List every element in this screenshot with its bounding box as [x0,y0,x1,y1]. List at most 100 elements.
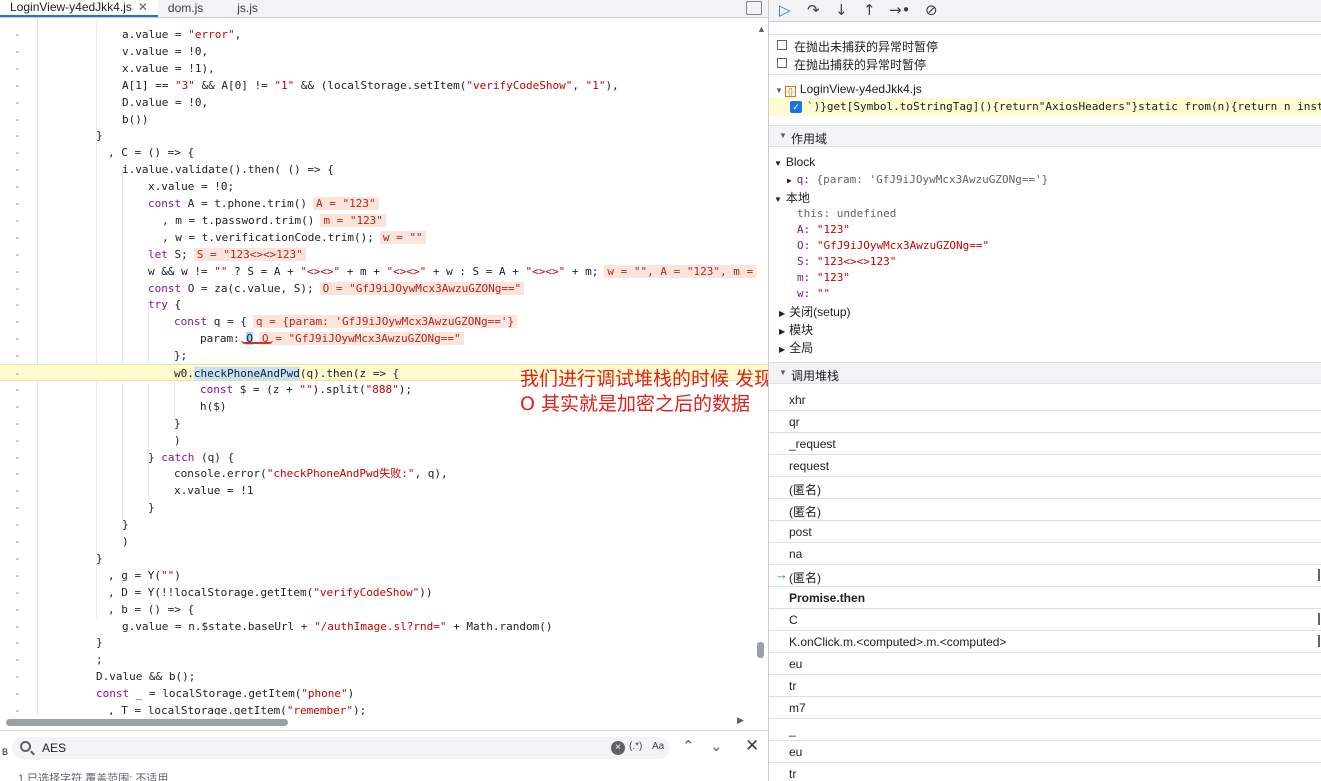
chevron-up-icon[interactable]: ⌃ [682,737,695,755]
step-over-icon[interactable]: ↷ [807,1,820,19]
code-line[interactable]: - , b = () => { [0,601,768,618]
callstack-frame[interactable]: _ [769,719,1321,741]
scope-global[interactable]: ▶ 全局 [779,339,813,356]
callstack-frame[interactable]: post [769,521,1321,543]
code-line[interactable]: -} [0,499,768,516]
breakpoint-file[interactable]: ▼{} LoginView-y4edJkk4.js [775,82,922,97]
code-line[interactable]: - console.error("checkPhoneAndPwd失败:", q)… [0,465,768,482]
code-line[interactable]: - , g = Y("") [0,567,768,584]
tab-2[interactable]: js.js [227,0,268,17]
callstack-frame[interactable]: tr [769,675,1321,697]
close-icon[interactable]: ✕ [745,736,759,756]
resume-icon[interactable]: ▷ [779,1,791,19]
code-line[interactable]: - let S; S = "123<><>123" [0,246,768,263]
callstack-frame[interactable]: (匿名) [769,477,1321,499]
code-line[interactable]: - i.value.validate().then( () => { [0,161,768,178]
deactivate-breakpoints-icon[interactable]: ⊘ [925,1,938,19]
code-line[interactable]: -} [0,516,768,533]
scroll-thumb[interactable] [757,642,764,658]
scope-section-header[interactable]: ▼ 作用域 [769,125,1321,147]
tab-0[interactable]: LoginView-y4edJkk4.js ✕ [0,0,158,17]
line-marker: - [14,332,21,346]
scope-block[interactable]: ▼ Block [774,155,815,169]
code-line[interactable]: - a.value = "error", [0,26,768,43]
callstack-section-header[interactable]: ▼ 调用堆栈 [769,362,1321,384]
scope-local-var[interactable]: this: undefined [797,207,896,220]
code-line[interactable]: -) [0,432,768,449]
code-line[interactable]: - x.value = !1 [0,482,768,499]
code-line[interactable]: - w && w != "" ? S = A + "<><>" + m + "<>… [0,263,768,280]
regex-toggle[interactable]: (.*) [629,741,642,752]
code-line[interactable]: - const O = za(c.value, S); O = "GfJ9iJOyw… [0,280,768,297]
code-line[interactable]: - v.value = !0, [0,43,768,60]
step-into-icon[interactable]: ↓ [835,1,848,19]
code-line[interactable]: - const q = {q = {param: 'GfJ9iJOywMcx3Aw… [0,313,768,330]
callstack-frame[interactable]: qr [769,411,1321,433]
breakpoint-checkbox[interactable]: ✓ [790,101,802,113]
callstack-frame[interactable]: xhr [769,389,1321,411]
step-icon[interactable]: →• [889,1,910,19]
horizontal-scrollbar[interactable]: ▶ [0,715,768,728]
vertical-scrollbar[interactable]: ▲ [755,22,767,712]
callstack-frame[interactable]: m7 [769,697,1321,719]
pause-caught-checkbox[interactable] [777,58,787,68]
match-case-toggle[interactable]: Aa [652,741,664,752]
callstack-frame[interactable]: tr [769,763,1321,781]
tab-1[interactable]: dom.js [158,0,213,17]
scope-closure[interactable]: ▶ 关闭(setup) [779,303,851,320]
code-line[interactable]: -} catch (q) { [0,449,768,466]
code-line[interactable]: - A[1] == "3" && A[0] != "1" && (localSto… [0,77,768,94]
toggle-sidebar-icon[interactable] [746,1,762,15]
code-line[interactable]: -} [0,634,768,651]
step-out-icon[interactable]: ↑ [863,1,876,19]
callstack-frame[interactable]: eu [769,741,1321,763]
chevron-down-icon[interactable]: ⌄ [710,737,723,755]
code-line[interactable]: - x.value = !1), [0,60,768,77]
code-line[interactable]: -; [0,651,768,668]
code-line[interactable]: -}; [0,347,768,364]
code-line[interactable]: - const A = t.phone.trim() A = "123" [0,195,768,212]
hscroll-thumb[interactable] [6,719,288,726]
code-line[interactable]: - , m = t.password.trim() m = "123" [0,212,768,229]
callstack-frame[interactable]: → (匿名) [769,565,1321,587]
callstack-frame[interactable]: request [769,455,1321,477]
code-line[interactable]: - , T = localStorage.getItem("remember"); [0,702,768,715]
callstack-frame[interactable]: (匿名) [769,499,1321,521]
code-line[interactable]: -} [0,550,768,567]
scope-local[interactable]: ▼ 本地 [774,189,810,206]
code-line[interactable]: - x.value = !0; [0,178,768,195]
code-line[interactable]: - try { [0,296,768,313]
scope-local-var[interactable]: S: "123<><>123" [797,255,896,268]
code-line[interactable]: - D.value && b(); [0,668,768,685]
frame-label: xhr [789,393,806,407]
scope-local-var[interactable]: A: "123" [797,223,850,236]
callstack-frame[interactable]: eu [769,653,1321,675]
code-line[interactable]: -} [0,415,768,432]
code-line[interactable]: - const _ = localStorage.getItem("phone") [0,685,768,702]
code-line[interactable]: - param: OO = "GfJ9iJOywMcx3AwzuGZONg==" [0,330,768,347]
code-line[interactable]: - g.value = n.$state.baseUrl + "/authImag… [0,618,768,635]
scroll-right-icon[interactable]: ▶ [737,715,744,726]
code-line[interactable]: - b()) [0,111,768,128]
pause-uncaught-checkbox[interactable] [777,40,787,50]
code-line[interactable]: - , C = () => { [0,144,768,161]
clear-icon[interactable]: × [611,741,625,755]
scroll-up-icon[interactable]: ▲ [757,24,766,34]
code-line[interactable]: - , D = Y(!!localStorage.getItem("verifyC… [0,584,768,601]
search-input[interactable] [42,739,602,757]
code-line[interactable]: -} [0,127,768,144]
code-line[interactable]: - D.value = !0, [0,94,768,111]
close-icon[interactable]: ✕ [138,0,148,16]
callstack-frame[interactable]: na [769,543,1321,565]
scope-module[interactable]: ▶ 模块 [779,321,813,338]
callstack-frame[interactable]: C [769,609,1321,631]
breakpoint-row[interactable]: ✓ `)}get[Symbol.toStringTag](){return"Ax… [769,98,1321,116]
scope-block-q[interactable]: ▶ q: {param: 'GfJ9iJOywMcx3AwzuGZONg=='} [787,173,1048,186]
scope-local-var[interactable]: m: "123" [797,271,850,284]
callstack-frame[interactable]: K.onClick.m.<computed>.m.<computed> [769,631,1321,653]
code-line[interactable]: -) [0,533,768,550]
scope-local-var[interactable]: w: "" [797,287,830,300]
scope-local-var[interactable]: O: "GfJ9iJOywMcx3AwzuGZONg==" [797,239,989,252]
callstack-frame[interactable]: _request [769,433,1321,455]
code-line[interactable]: - , w = t.verificationCode.trim(); w = "" [0,229,768,246]
